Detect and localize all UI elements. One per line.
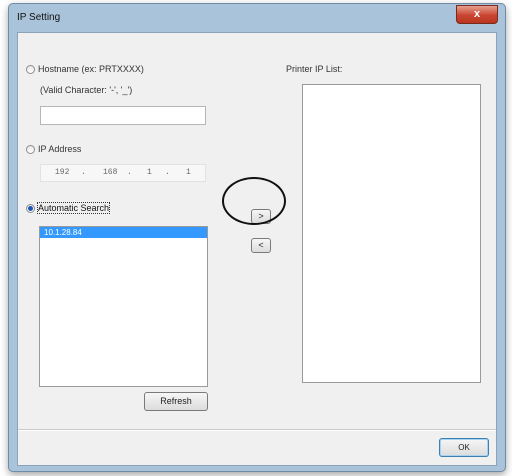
ip-address-field[interactable]: 192 . 168 . 1 . 1	[40, 164, 206, 182]
search-results-list[interactable]: 10.1.28.84	[39, 226, 208, 387]
printer-ip-list[interactable]	[302, 84, 481, 383]
ip-octet-2[interactable]: 168	[103, 168, 117, 177]
ip-octet-4[interactable]: 1	[186, 168, 191, 177]
hostname-field[interactable]	[40, 106, 206, 125]
close-button[interactable]: x	[456, 5, 498, 24]
hostname-radio[interactable]	[26, 65, 35, 74]
ip-address-label: IP Address	[38, 144, 82, 154]
ip-octet-3[interactable]: 1	[147, 168, 152, 177]
ip-octet-1[interactable]: 192	[55, 168, 69, 177]
title-bar[interactable]: IP Setting x	[9, 4, 505, 32]
list-item[interactable]: 10.1.28.84	[40, 227, 207, 238]
automatic-search-label: Automatic Search	[36, 202, 111, 214]
ip-separator: .	[127, 168, 132, 177]
ip-separator: .	[81, 168, 86, 177]
automatic-search-radio[interactable]	[26, 204, 35, 213]
dialog-body: Hostname (ex: PRTXXXX) (Valid Character:…	[17, 32, 497, 466]
ip-address-radio[interactable]	[26, 145, 35, 154]
hostname-label: Hostname (ex: PRTXXXX)	[38, 64, 144, 74]
hostname-hint: (Valid Character: '-', '_')	[40, 85, 133, 95]
annotation-circle	[222, 177, 286, 225]
ip-separator: .	[165, 168, 170, 177]
printer-ip-list-label: Printer IP List:	[286, 64, 343, 74]
remove-ip-button[interactable]: <	[251, 238, 271, 253]
refresh-button[interactable]: Refresh	[144, 392, 208, 411]
footer-divider	[18, 429, 496, 431]
ip-setting-dialog: IP Setting x Hostname (ex: PRTXXXX) (Val…	[8, 3, 506, 472]
close-icon: x	[473, 8, 481, 20]
dialog-title: IP Setting	[17, 12, 61, 23]
ok-button[interactable]: OK	[439, 438, 489, 457]
